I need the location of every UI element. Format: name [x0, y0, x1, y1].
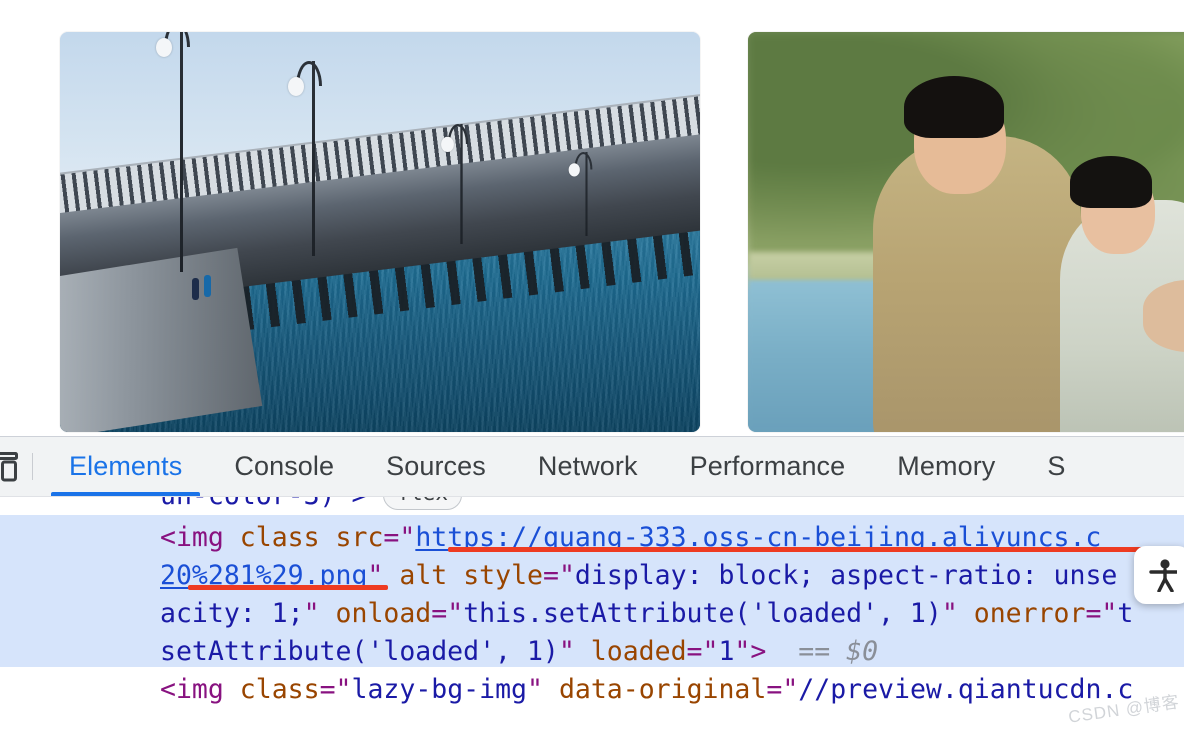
tab-console[interactable]: Console: [208, 437, 360, 496]
next-attr-class[interactable]: class: [240, 674, 320, 705]
tab-security-truncated[interactable]: S: [1021, 437, 1091, 496]
pier-photo: [60, 32, 700, 432]
tab-performance[interactable]: Performance: [664, 437, 872, 496]
devtools-panel: Elements Console Sources Network Perform…: [0, 436, 1184, 734]
image-card-people[interactable]: [748, 32, 1184, 432]
attr-style[interactable]: style: [463, 560, 543, 591]
tab-elements-label: Elements: [69, 451, 183, 481]
lamp-post-2: [288, 61, 322, 256]
onerror-value-part1: t: [1117, 598, 1134, 629]
dom-line-clipped[interactable]: un-color-3)"> flex: [0, 497, 1184, 515]
image-card-pier[interactable]: [60, 32, 700, 432]
selected-node-marker: == $0: [798, 636, 879, 667]
dom-line-selected-2[interactable]: 20%281%29.png" alt style="display: block…: [0, 557, 1184, 595]
attr-class[interactable]: class: [240, 522, 320, 553]
onerror-value-part2: setAttribute('loaded', 1): [160, 636, 559, 667]
next-attr-data-original[interactable]: data-original: [559, 674, 766, 705]
device-toolbar-button[interactable]: [0, 437, 26, 496]
flex-badge[interactable]: flex: [383, 497, 462, 510]
next-tag-open: <img: [160, 674, 224, 705]
man-hair: [904, 76, 1004, 138]
people-photo: [748, 32, 1184, 432]
tab-network[interactable]: Network: [512, 437, 664, 496]
loaded-value: 1: [718, 636, 735, 667]
toolbar-divider: [32, 453, 33, 480]
tab-sources-label: Sources: [386, 451, 486, 481]
tag-open: <img: [160, 522, 224, 553]
lamp-post-3: [441, 124, 469, 244]
attr-src[interactable]: src: [336, 522, 384, 553]
dom-line-selected-4[interactable]: setAttribute('loaded', 1)" loaded="1"> =…: [0, 633, 1184, 671]
dom-line-selected-3[interactable]: acity: 1;" onload="this.setAttribute('lo…: [0, 595, 1184, 633]
annotation-underline-1: [448, 547, 1148, 552]
screenshot-root: Elements Console Sources Network Perform…: [0, 0, 1184, 734]
tag-close: >: [750, 636, 767, 667]
style-value-part2: acity: 1;: [160, 598, 304, 629]
lamp-post-1: [156, 32, 190, 272]
next-data-original-value: //preview.qiantucdn.c: [798, 674, 1134, 705]
device-toolbar-icon: [0, 451, 18, 481]
web-page-content: [0, 0, 1184, 436]
devtools-tab-strip: Elements Console Sources Network Perform…: [43, 437, 1092, 496]
pier-near-wall: [60, 247, 263, 432]
person-1: [192, 278, 199, 300]
image-card-row: [0, 0, 1184, 432]
tab-performance-label: Performance: [689, 451, 846, 481]
tab-memory[interactable]: Memory: [871, 437, 1021, 496]
attr-loaded[interactable]: loaded: [591, 636, 687, 667]
lamp-post-4: [568, 152, 593, 236]
style-value-part1: display: block; aspect-ratio: unse: [574, 560, 1118, 591]
devtools-toolbar: Elements Console Sources Network Perform…: [0, 437, 1184, 497]
onload-value: this.setAttribute('loaded', 1): [463, 598, 942, 629]
attr-onload[interactable]: onload: [336, 598, 432, 629]
attr-onerror[interactable]: onerror: [974, 598, 1086, 629]
person-2: [204, 275, 211, 297]
tab-elements[interactable]: Elements: [43, 437, 208, 496]
attr-alt[interactable]: alt: [399, 560, 447, 591]
annotation-underline-2: [188, 585, 388, 590]
tab-memory-label: Memory: [897, 451, 996, 481]
next-class-value: lazy-bg-img: [351, 674, 528, 705]
tab-security-label: S: [1047, 451, 1066, 481]
tab-sources[interactable]: Sources: [360, 437, 512, 496]
accessibility-icon: [1149, 559, 1177, 592]
dom-tree[interactable]: un-color-3)"> flex <img class src="https…: [0, 497, 1184, 734]
boy-hair: [1070, 156, 1153, 208]
dom-line-next-node[interactable]: <img class="lazy-bg-img" data-original="…: [0, 671, 1184, 709]
accessibility-widget-button[interactable]: [1134, 546, 1184, 604]
clipped-line-text: un-color-3)">: [160, 497, 367, 511]
tab-console-label: Console: [234, 451, 335, 481]
tab-network-label: Network: [537, 451, 638, 481]
